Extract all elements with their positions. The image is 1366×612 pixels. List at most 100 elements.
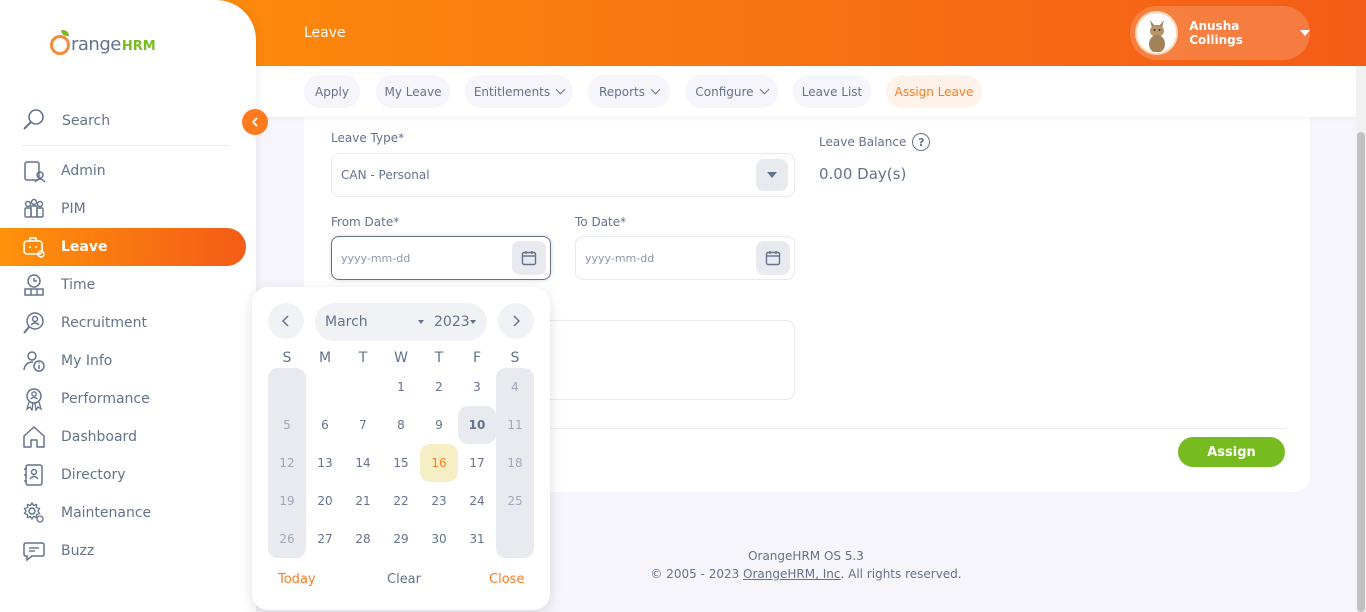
calendar-day[interactable]: 1 [382,368,420,406]
main-menu: Admin PIM Leave Time Recruitment My Info… [0,152,256,570]
calendar-day[interactable]: 23 [420,482,458,520]
tab-my-leave[interactable]: My Leave [376,75,450,108]
from-date-input[interactable]: yyyy-mm-dd [331,236,551,280]
sidebar-item-recruitment[interactable]: Recruitment [0,304,256,342]
calendar-day[interactable]: 3 [458,368,496,406]
assign-button[interactable]: Assign [1178,437,1285,467]
calendar-day[interactable]: 9 [420,406,458,444]
tab-leave-list[interactable]: Leave List [793,75,871,108]
calendar-day[interactable]: 20 [306,482,344,520]
sidebar-search[interactable]: Search [22,108,230,146]
calendar-day[interactable]: 30 [420,520,458,558]
search-label: Search [62,113,111,129]
leave-type-select[interactable]: CAN - Personal [331,153,795,197]
calendar-day[interactable]: 6 [306,406,344,444]
today-button[interactable]: Today [278,572,316,587]
datepicker-popup: March 2023 SMTWTFS 1 2 3 4 5 6 7 8 9 10 11 12 13 14 15… [252,287,550,610]
chevron-left-icon [251,117,258,127]
dashboard-icon [23,426,45,448]
calendar-day[interactable]: 12 [268,444,306,482]
leave-icon [23,237,45,258]
calendar-day[interactable]: 5 [268,406,306,444]
calendar-day[interactable]: 31 [458,520,496,558]
time-icon [24,274,44,296]
month-year-selector: March 2023 [315,303,487,341]
tab-apply[interactable]: Apply [304,75,360,108]
calendar-day[interactable]: 29 [382,520,420,558]
next-month-button[interactable] [498,303,534,339]
my-info-icon [23,351,45,372]
to-date-input[interactable]: yyyy-mm-dd [575,236,795,280]
calendar-day[interactable]: 10 [458,406,496,444]
prev-month-button[interactable] [268,303,304,339]
calendar-day[interactable]: 4 [496,368,534,406]
sidebar-item-pim[interactable]: PIM [0,190,256,228]
calendar-day[interactable]: 26 [268,520,306,558]
help-icon[interactable]: ? [912,133,931,151]
tab-reports[interactable]: Reports [588,75,670,108]
weekday-label: F [472,350,482,366]
calendar-day[interactable]: 22 [382,482,420,520]
calendar-day[interactable]: 28 [344,520,382,558]
calendar-day[interactable]: 18 [496,444,534,482]
weekday-label: S [282,350,292,366]
leave-balance-value: 0.00 Day(s) [819,165,907,183]
calendar-day[interactable]: 19 [268,482,306,520]
weekday-label: M [318,350,332,366]
calendar-day[interactable]: 24 [458,482,496,520]
close-button[interactable]: Close [489,572,524,587]
logo-orange-icon [50,29,70,55]
calendar-icon[interactable] [512,241,546,275]
year-select[interactable]: 2023 [434,314,470,330]
weekday-label: T [358,350,368,366]
calendar-day[interactable]: 27 [306,520,344,558]
calendar-day[interactable]: 8 [382,406,420,444]
sidebar-item-dashboard[interactable]: Dashboard [0,418,256,456]
calendar-day[interactable]: 25 [496,482,534,520]
company-link[interactable]: OrangeHRM, Inc [743,567,840,581]
calendar-day[interactable]: 2 [420,368,458,406]
month-select[interactable]: March [325,314,368,330]
orangehrm-logo[interactable]: range HRM [50,29,156,55]
to-date-label: To Date* [575,215,627,229]
sidebar-item-buzz[interactable]: Buzz [0,532,256,570]
sidebar-item-performance[interactable]: Performance [0,380,256,418]
tab-assign-leave[interactable]: Assign Leave [886,75,982,108]
sidebar-item-maintenance[interactable]: Maintenance [0,494,256,532]
calendar-day[interactable]: 11 [496,406,534,444]
user-dropdown[interactable]: Anusha Collings [1130,6,1310,60]
maintenance-icon [23,501,44,523]
directory-icon [24,464,43,486]
sidebar-item-admin[interactable]: Admin [0,152,256,190]
chevron-left-icon [281,315,289,327]
user-avatar [1135,11,1179,55]
calendar-day[interactable]: 16 [420,444,458,482]
page-scrollbar[interactable] [1356,66,1366,612]
weekday-label: S [510,350,520,366]
dropdown-arrow-icon[interactable] [756,159,788,191]
pim-icon [24,198,44,218]
sidebar-item-time[interactable]: Time [0,266,256,304]
chevron-down-icon [650,84,661,95]
search-icon [23,109,44,130]
sidebar-collapse-button[interactable] [242,109,268,135]
calendar-day[interactable]: 7 [344,406,382,444]
scrollbar-thumb[interactable] [1357,132,1365,612]
sidebar-item-my-info[interactable]: My Info [0,342,256,380]
calendar-day[interactable]: 17 [458,444,496,482]
leave-type-label: Leave Type* [331,131,405,145]
page-title: Leave [304,25,346,41]
sidebar-item-directory[interactable]: Directory [0,456,256,494]
calendar-icon[interactable] [756,241,790,275]
tab-configure[interactable]: Configure [685,75,778,108]
clear-button[interactable]: Clear [387,572,421,587]
sidebar: range HRM Search Admin PIM Leave Time Re… [0,0,256,612]
calendar-day[interactable]: 13 [306,444,344,482]
tab-entitlements[interactable]: Entitlements [465,75,573,108]
sidebar-item-leave[interactable]: Leave [0,228,246,266]
calendar-day[interactable]: 14 [344,444,382,482]
caret-down-icon [1300,30,1310,36]
calendar-day[interactable]: 15 [382,444,420,482]
calendar-day[interactable]: 21 [344,482,382,520]
chevron-down-icon [759,84,770,95]
